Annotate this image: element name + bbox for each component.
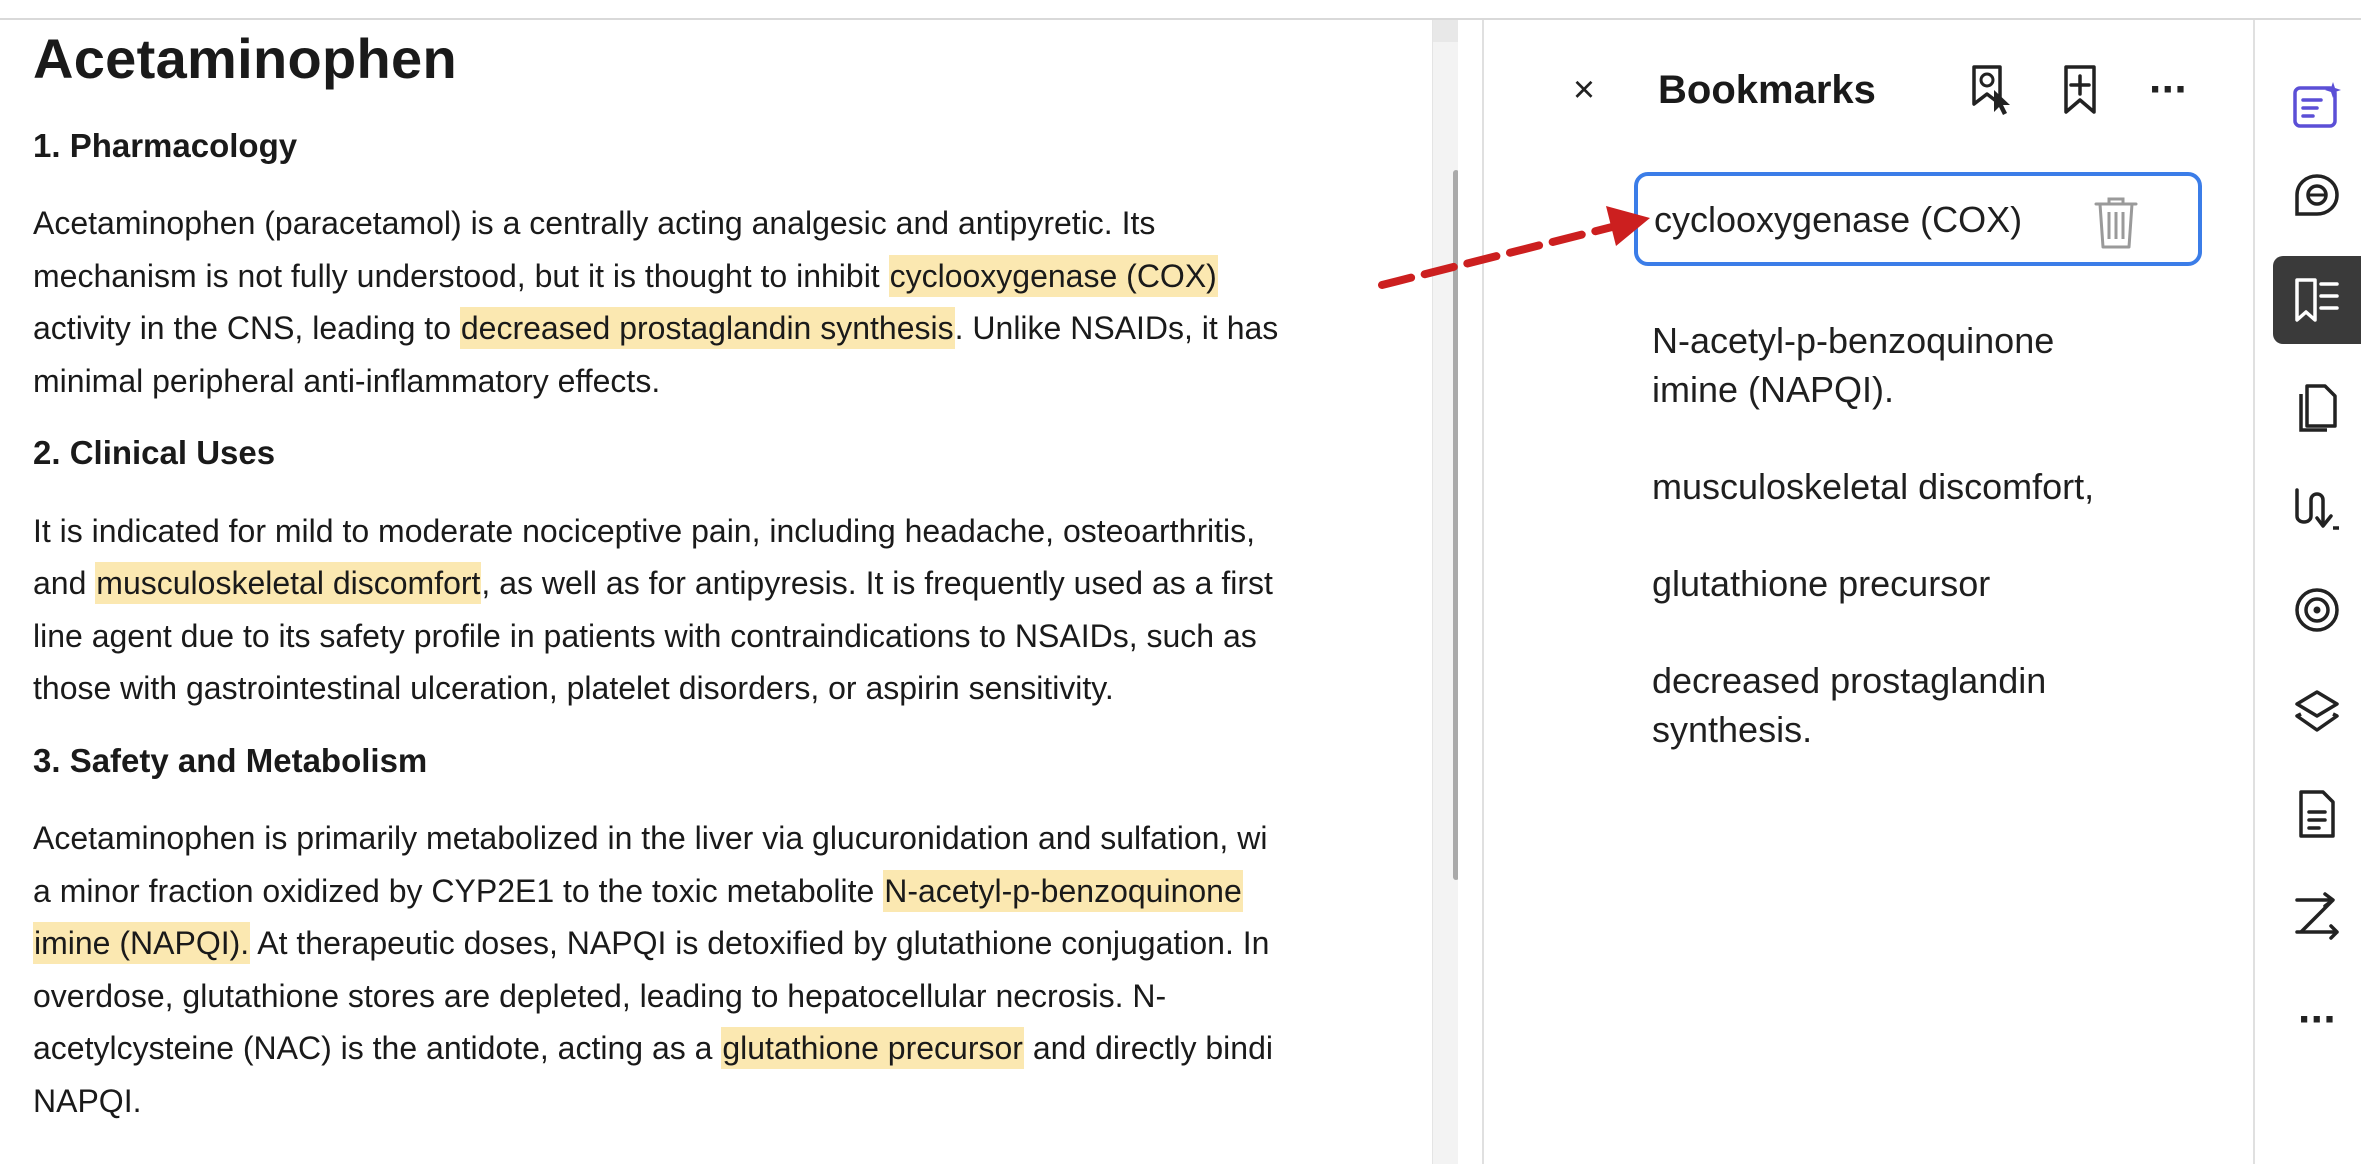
text-line: those with gastrointestinal ulceration, …	[33, 670, 1114, 707]
close-panel-button[interactable]: ×	[1564, 70, 1604, 110]
text-line: NAPQI.	[33, 1082, 142, 1119]
bookmark-item-cyclooxygenase[interactable]: cyclooxygenase (COX)	[1634, 172, 2202, 266]
text-line: mechanism is not fully understood, but i…	[33, 250, 1432, 303]
document-scrollbar[interactable]	[1432, 20, 1459, 1164]
scroll-up-button[interactable]	[1433, 20, 1459, 42]
delete-bookmark-icon[interactable]	[2092, 194, 2140, 250]
bookmark-item-prostaglandin[interactable]: decreased prostaglandin synthesis.	[1650, 656, 2220, 754]
text-line: acetylcysteine (NAC) is the antidote, ac…	[33, 1022, 1432, 1075]
ai-assistant-button[interactable]	[2273, 62, 2361, 150]
bookmark-label: cyclooxygenase (COX)	[1654, 198, 2023, 240]
bookmark-label: musculoskeletal discomfort,	[1652, 466, 2095, 507]
paragraph: Acetaminophen is primarily metabolized i…	[33, 812, 1432, 1127]
text-line: overdose, glutathione stores are deplete…	[33, 977, 1167, 1014]
panel-gutter	[1458, 20, 1482, 1164]
paragraph: Acetaminophen (paracetamol) is a central…	[33, 197, 1432, 407]
add-bookmark-button[interactable]	[2052, 62, 2108, 118]
bookmarks-icon	[2295, 278, 2339, 322]
bookmark-cursor-icon	[1972, 65, 2010, 115]
compare-icon	[2295, 892, 2339, 940]
section-heading: 3. Safety and Metabolism	[33, 741, 428, 779]
document-icon	[2299, 790, 2335, 838]
toolbar-more-button[interactable]: ···	[2273, 976, 2361, 1064]
signature-icon	[2295, 488, 2339, 530]
highlight-prostaglandin[interactable]: decreased prostaglandin synthesis	[459, 307, 955, 350]
text-line: and musculoskeletal discomfort, as well …	[33, 557, 1432, 610]
document-content: Acetaminophen 1. Pharmacology Acetaminop…	[33, 28, 1432, 1153]
bookmark-label-line: N-acetyl-p-benzoquinone	[1652, 320, 2055, 361]
bookmarks-button[interactable]	[2273, 256, 2361, 344]
highlight-cyclooxygenase[interactable]: cyclooxygenase (COX)	[888, 254, 1218, 297]
bookmarks-panel: × Bookmarks ··· cyclooxygenase (COX) N-a…	[1482, 20, 2255, 1164]
panel-title: Bookmarks	[1658, 68, 1876, 112]
text-line: line agent due to its safety profile in …	[33, 617, 1257, 654]
highlight-musculoskeletal[interactable]: musculoskeletal discomfort	[95, 562, 482, 605]
text-line: imine (NAPQI). At therapeutic doses, NAP…	[33, 917, 1432, 970]
target-button[interactable]	[2273, 566, 2361, 654]
highlight-napqi-part1[interactable]: N-acetyl-p-benzoquinone	[883, 869, 1243, 912]
bookmark-from-selection-button[interactable]	[1962, 62, 2018, 118]
bookmark-item-napqi[interactable]: N-acetyl-p-benzoquinone imine (NAPQI).	[1650, 316, 2220, 414]
text-line: Acetaminophen (paracetamol) is a central…	[33, 205, 1156, 242]
bookmark-item-musculoskeletal[interactable]: musculoskeletal discomfort,	[1650, 462, 2220, 511]
highlight-napqi-part2[interactable]: imine (NAPQI).	[33, 922, 251, 965]
bookmark-label-line: decreased prostaglandin	[1652, 660, 2047, 701]
text-line: minimal peripheral anti-inflammatory eff…	[33, 362, 661, 399]
fill-sign-button[interactable]	[2273, 464, 2361, 552]
text-line: a minor fraction oxidized by CYP2E1 to t…	[33, 865, 1432, 918]
more-options-button[interactable]: ···	[2140, 62, 2196, 118]
text-line: It is indicated for mild to moderate noc…	[33, 512, 1256, 549]
window-top-border	[0, 0, 2361, 20]
section-heading: 1. Pharmacology	[33, 126, 298, 164]
paragraph: It is indicated for mild to moderate noc…	[33, 505, 1432, 715]
comment-icon	[2295, 174, 2339, 216]
bookmark-label: glutathione precursor	[1652, 563, 1991, 604]
bookmark-item-glutathione[interactable]: glutathione precursor	[1650, 559, 2220, 608]
document-button[interactable]	[2273, 770, 2361, 858]
section-heading: 2. Clinical Uses	[33, 434, 276, 472]
compare-button[interactable]	[2273, 872, 2361, 960]
highlight-glutathione[interactable]: glutathione precursor	[721, 1027, 1024, 1070]
text-line: Acetaminophen is primarily metabolized i…	[33, 820, 1268, 857]
pages-button[interactable]	[2273, 362, 2361, 450]
layers-icon	[2295, 690, 2339, 732]
right-toolbar: ···	[2255, 20, 2361, 1164]
bookmark-add-icon	[2064, 65, 2096, 114]
target-icon	[2295, 588, 2339, 632]
text-line: activity in the CNS, leading to decrease…	[33, 302, 1432, 355]
layers-button[interactable]	[2273, 668, 2361, 756]
pages-icon	[2299, 384, 2337, 432]
bookmark-label-line: imine (NAPQI).	[1652, 369, 1895, 410]
comment-button[interactable]	[2273, 152, 2361, 240]
document-title: Acetaminophen	[33, 27, 457, 90]
document-pane[interactable]: Acetaminophen 1. Pharmacology Acetaminop…	[0, 20, 1432, 1164]
bookmark-label-line: synthesis.	[1652, 709, 1813, 750]
ai-assistant-icon	[2293, 82, 2341, 128]
bookmark-list: cyclooxygenase (COX) N-acetyl-p-benzoqui…	[1634, 172, 2220, 802]
